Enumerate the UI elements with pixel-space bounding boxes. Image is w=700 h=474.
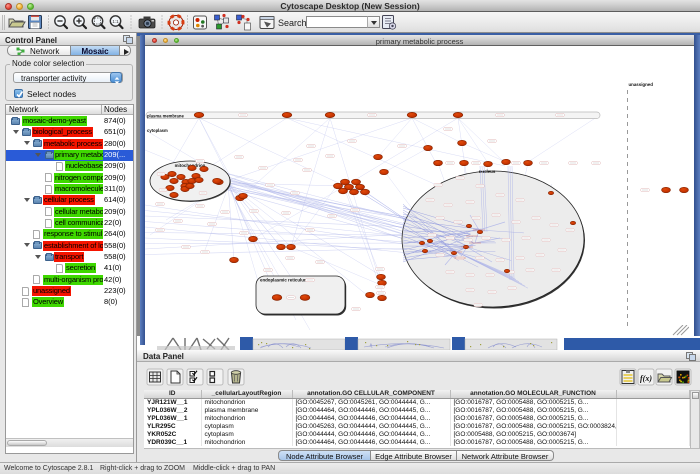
svg-text:1:1: 1:1 <box>112 19 119 24</box>
svg-text:Search:: Search: <box>278 18 309 28</box>
svg-text:unassigned: unassigned <box>629 82 654 87</box>
svg-text:cytoplasm: cytoplasm <box>147 128 168 133</box>
svg-text:plasma membrane: plasma membrane <box>147 114 184 119</box>
svg-text:endoplasmic reticulum: endoplasmic reticulum <box>260 278 308 283</box>
svg-text:nucleus: nucleus <box>479 169 496 174</box>
svg-text:f(x): f(x) <box>640 374 652 383</box>
